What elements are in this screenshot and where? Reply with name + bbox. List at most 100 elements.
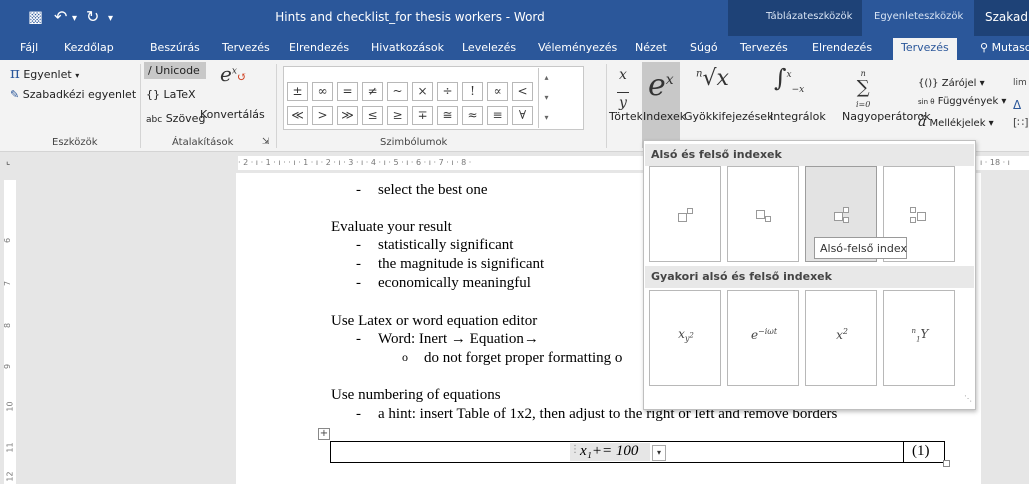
tab-help[interactable]: Súgó (690, 41, 718, 54)
group-label-conversions: Átalakítások (172, 137, 234, 148)
vertical-ruler-track[interactable] (4, 180, 16, 484)
bracket-button[interactable]: {()} Zárójel ▾ (918, 78, 985, 89)
doc-line[interactable]: statistically significant (378, 237, 513, 254)
common-script-4[interactable]: n1Y (883, 290, 955, 386)
symbol-equals[interactable]: = (337, 82, 358, 101)
convert-icon[interactable]: ex↺ (220, 62, 247, 86)
script-button[interactable]: Indexek (643, 110, 686, 123)
radical-icon[interactable]: n√x (696, 66, 729, 91)
ink-icon: ✎ (10, 88, 20, 101)
operator-icon[interactable]: Δ (1013, 98, 1021, 112)
common-script-2[interactable]: e−iωt (727, 290, 799, 386)
tab-design[interactable]: Tervezés (222, 41, 270, 54)
large-operator-icon[interactable]: n ∑ i=0 (856, 64, 870, 112)
symbol-much-less[interactable]: ≪ (287, 106, 308, 125)
vruler-number: 9 (3, 363, 13, 370)
dialog-launcher-icon[interactable]: ⇲ (262, 137, 270, 147)
tell-me-search[interactable]: ⚲ Mutasd (980, 41, 1029, 54)
equation-button[interactable]: π Egyenlet ▾ (10, 64, 79, 82)
doc-heading[interactable]: Evaluate your result (331, 219, 452, 236)
integral-button[interactable]: Integrálok (770, 110, 826, 123)
doc-heading[interactable]: Use numbering of equations (331, 387, 501, 404)
tab-file[interactable]: Fájl (20, 41, 38, 54)
symbol-identical[interactable]: ≡ (487, 106, 508, 125)
doc-line[interactable]: Word: Inert → Equation→ (378, 331, 539, 348)
doc-line[interactable]: select the best one (378, 182, 488, 199)
equation-text[interactable]: x₁+= 100 (580, 443, 638, 460)
doc-line[interactable]: do not forget proper formatting o (424, 350, 622, 367)
abc-icon: abc (146, 115, 163, 125)
symbol-greater-than[interactable]: > (312, 106, 333, 125)
symbol-not-equal[interactable]: ≠ (362, 82, 383, 101)
symbol-proportional[interactable]: ∝ (487, 82, 508, 101)
symbol-divide[interactable]: ÷ (437, 82, 458, 101)
symbol-minus-plus[interactable]: ∓ (412, 106, 433, 125)
math-glyph: x2 (836, 327, 848, 342)
fraction-button[interactable]: Törtek (609, 110, 643, 123)
tab-insert[interactable]: Beszúrás (150, 41, 200, 54)
symbol-less-than[interactable]: < (512, 82, 533, 101)
tab-mailings[interactable]: Levelezés (462, 41, 516, 54)
equation-label: Egyenlet (23, 68, 72, 81)
user-name[interactable]: Szakad (985, 10, 1028, 24)
tab-references[interactable]: Hivatkozások (371, 41, 444, 54)
doc-line[interactable]: economically meaningful (378, 275, 531, 292)
template-subscript[interactable] (727, 166, 799, 262)
table-resize-handle[interactable] (943, 460, 950, 467)
doc-line[interactable]: the magnitude is significant (378, 256, 544, 273)
text-button[interactable]: abc Szöveg (146, 112, 205, 125)
common-script-3[interactable]: x2 (805, 290, 877, 386)
placeholder-box (756, 210, 765, 219)
latex-button[interactable]: {} LaTeX (146, 88, 196, 101)
symbol-less-equal[interactable]: ≤ (362, 106, 383, 125)
tab-review[interactable]: Véleményezés (538, 41, 617, 54)
matrix-icon[interactable]: [∷] (1013, 116, 1029, 129)
radical-button[interactable]: Gyökkifejezések (684, 110, 773, 123)
ink-equation-button[interactable]: ✎ Szabadkézi egyenlet (10, 88, 136, 101)
tab-table-layout[interactable]: Elrendezés (812, 41, 872, 54)
symbol-times[interactable]: × (412, 82, 433, 101)
unicode-label: Unicode (155, 64, 200, 77)
symbol-approx[interactable]: ≈ (462, 106, 483, 125)
fraction-icon[interactable]: xy (612, 68, 634, 110)
tab-equation-design[interactable]: Tervezés (893, 38, 957, 60)
symbol-for-all[interactable]: ∀ (512, 106, 533, 125)
symbol-tilde[interactable]: ~ (387, 82, 408, 101)
symbol-congruent[interactable]: ≅ (437, 106, 458, 125)
doc-heading[interactable]: Use Latex or word equation editor (331, 313, 537, 330)
limit-icon[interactable]: lim (1013, 78, 1027, 88)
tab-table-design[interactable]: Tervezés (740, 41, 788, 54)
resize-grip-icon[interactable]: ⋱ (964, 394, 972, 403)
function-button[interactable]: sin θ Függvények ▾ (918, 96, 1006, 107)
symbol-factorial[interactable]: ! (462, 82, 483, 101)
slash-icon: / (148, 64, 152, 77)
gallery-scroll[interactable]: ▴ ▾ ▾ (538, 68, 554, 128)
bullet-circle: o (402, 350, 408, 364)
bracket-icon: {()} (918, 78, 939, 89)
tab-selector-icon[interactable]: ⌞ (6, 157, 10, 167)
symbol-much-greater[interactable]: ≫ (337, 106, 358, 125)
placeholder-box (843, 217, 849, 223)
accent-button[interactable]: ä Mellékjelek ▾ (918, 114, 994, 130)
equation-number[interactable]: (1) (912, 443, 930, 460)
equation-options-icon[interactable]: ▾ (652, 445, 666, 461)
tab-home[interactable]: Kezdőlap (64, 41, 114, 54)
latex-label: LaTeX (163, 88, 196, 101)
symbol-infinity[interactable]: ∞ (312, 82, 333, 101)
placeholder-box (678, 213, 687, 222)
table-move-handle[interactable]: + (318, 428, 330, 440)
unicode-button[interactable]: / Unicode (144, 62, 206, 79)
common-script-1[interactable]: xy2 (649, 290, 721, 386)
bullet-dash: - (356, 237, 361, 253)
symbol-greater-equal[interactable]: ≥ (387, 106, 408, 125)
template-superscript[interactable] (649, 166, 721, 262)
equation-handle-icon[interactable]: ⋮ (570, 444, 580, 455)
vruler-number: 10 (5, 401, 15, 412)
convert-button[interactable]: Konvertálás (200, 108, 265, 121)
integral-icon[interactable]: ∫x−x (774, 64, 804, 95)
canvas-left (20, 173, 236, 484)
symbol-plus-minus[interactable]: ± (287, 82, 308, 101)
tab-view[interactable]: Nézet (635, 41, 667, 54)
table-border (330, 441, 945, 442)
tab-layout[interactable]: Elrendezés (289, 41, 349, 54)
